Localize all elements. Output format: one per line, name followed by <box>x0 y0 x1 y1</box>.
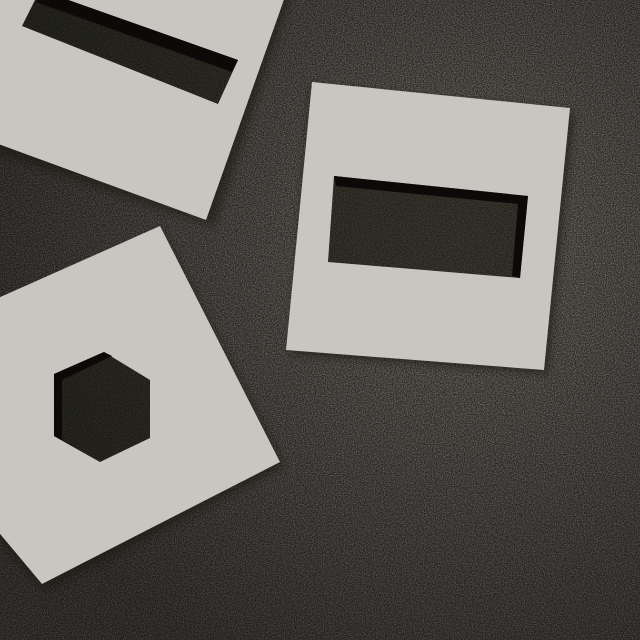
card-top-right <box>286 82 574 374</box>
scene <box>0 0 640 640</box>
